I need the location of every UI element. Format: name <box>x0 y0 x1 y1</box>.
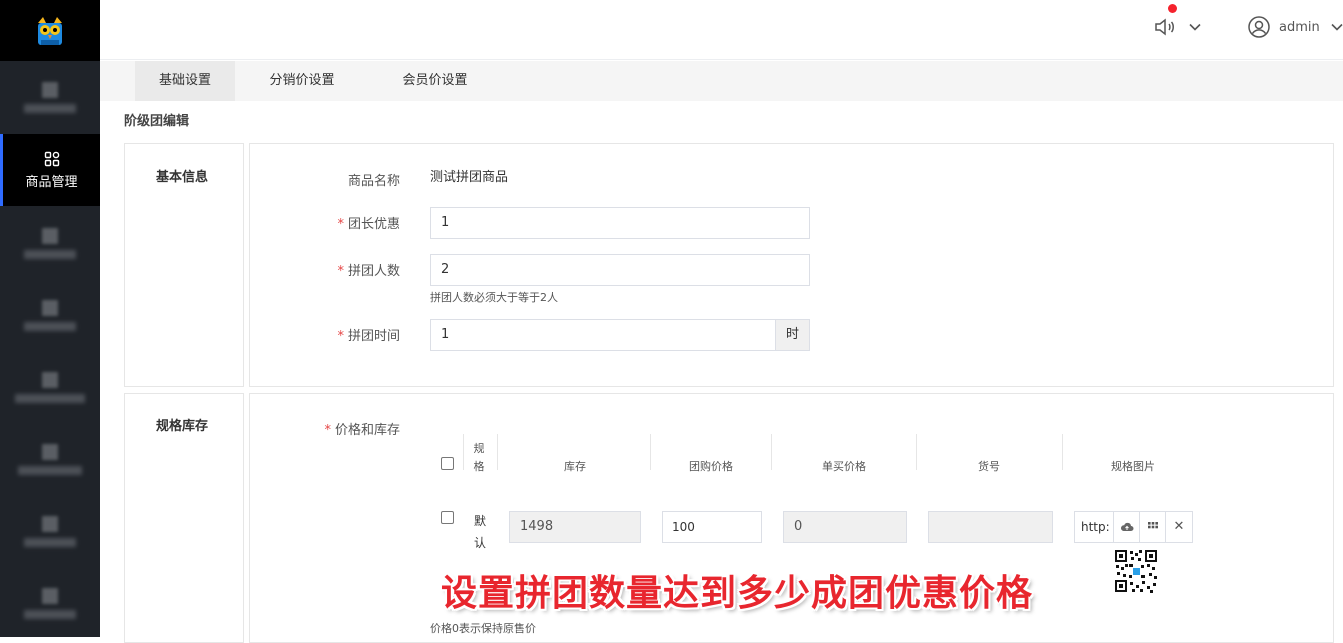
blurred-icon <box>42 443 58 460</box>
price-stock-label: * 价格和库存 <box>324 423 400 438</box>
app-logo[interactable] <box>0 0 100 61</box>
blurred-icon <box>42 371 58 388</box>
sidebar-item-5[interactable] <box>0 351 100 423</box>
sidebar-item-label: 商品管理 <box>25 174 78 190</box>
blurred-label <box>18 465 82 475</box>
sidebar-item-4[interactable] <box>0 279 100 351</box>
speaker-icon <box>1155 18 1174 36</box>
leader-discount-input[interactable]: 1 <box>430 207 810 239</box>
blurred-label <box>24 103 76 113</box>
close-icon: ✕ <box>1173 519 1185 534</box>
top-header: admin <box>100 0 1343 60</box>
sidebar-item-3[interactable] <box>0 207 100 279</box>
section-title-spec-stock: 规格库存 <box>156 419 209 434</box>
column-header-single-price: 单买价格 <box>822 460 866 473</box>
blurred-icon <box>42 587 58 604</box>
row-checkbox[interactable] <box>441 511 454 524</box>
notification-dot <box>1168 4 1177 13</box>
blurred-label <box>24 249 76 259</box>
grid-apps-icon <box>44 151 59 166</box>
grid-icon <box>1147 522 1158 529</box>
chevron-down-icon <box>1331 23 1343 31</box>
blurred-icon <box>42 515 58 532</box>
group-time-input[interactable]: 1 <box>430 319 776 351</box>
upload-image-button[interactable] <box>1113 511 1140 543</box>
blurred-icon <box>42 81 58 98</box>
group-size-label: * 拼团人数 <box>337 264 400 279</box>
user-menu[interactable]: admin <box>1247 14 1343 40</box>
settings-tabs: 基础设置 分销价设置 会员价设置 <box>100 61 1343 101</box>
sidebar-item-7[interactable] <box>0 495 100 567</box>
column-header-spec-image: 规格图片 <box>1111 460 1155 473</box>
owl-logo-icon <box>38 16 62 45</box>
required-mark: * <box>337 264 344 279</box>
sidebar-item-8[interactable] <box>0 567 100 639</box>
column-divider <box>650 434 651 470</box>
group-size-input[interactable]: 2 <box>430 254 810 286</box>
blurred-label <box>15 393 85 403</box>
select-all-checkbox[interactable] <box>441 457 454 470</box>
sidebar-item-1[interactable] <box>0 61 100 133</box>
qr-code-image <box>1114 549 1158 593</box>
single-price-input[interactable]: 0 <box>783 511 907 543</box>
sidebar-item-6[interactable] <box>0 423 100 495</box>
overlay-caption: 设置拼团数量达到多少成团优惠价格 <box>441 573 1034 614</box>
column-divider <box>463 434 464 470</box>
row-spec-name: 默认 <box>474 514 487 550</box>
sidebar-item-product-management[interactable]: 商品管理 <box>0 134 100 206</box>
tab-member-price[interactable]: 会员价设置 <box>385 61 485 101</box>
tab-distribution-price[interactable]: 分销价设置 <box>252 61 352 101</box>
choose-image-button[interactable] <box>1139 511 1166 543</box>
required-mark: * <box>324 423 331 438</box>
blurred-label <box>24 321 76 331</box>
price-hint: 价格0表示保持原售价 <box>430 622 536 635</box>
page-title: 阶级团编辑 <box>124 114 190 129</box>
column-header-stock: 库存 <box>564 460 586 473</box>
chevron-down-icon[interactable] <box>1188 20 1202 34</box>
column-header-spec: 规格 <box>473 442 485 473</box>
group-time-label: * 拼团时间 <box>337 329 400 344</box>
notification-button[interactable] <box>1153 4 1177 39</box>
required-mark: * <box>337 329 344 344</box>
group-size-hint: 拼团人数必须大于等于2人 <box>430 291 558 304</box>
user-avatar-icon <box>1248 16 1270 38</box>
required-mark: * <box>337 217 344 232</box>
spec-image-url-input[interactable]: http: <box>1074 511 1114 543</box>
stock-input[interactable]: 1498 <box>509 511 641 543</box>
blurred-icon <box>42 299 58 316</box>
sku-input[interactable] <box>928 511 1053 543</box>
username: admin <box>1279 19 1320 35</box>
column-header-sku: 货号 <box>978 460 1000 473</box>
sidebar: 商品管理 <box>0 0 100 637</box>
product-name-label: 商品名称 <box>347 174 400 189</box>
blurred-icon <box>42 227 58 244</box>
group-price-input[interactable]: 100 <box>662 511 762 543</box>
time-unit-addon: 时 <box>775 319 810 351</box>
cloud-upload-icon <box>1120 522 1133 531</box>
section-title-basic-info: 基本信息 <box>156 170 209 185</box>
product-name-value: 测试拼团商品 <box>430 170 509 185</box>
column-divider <box>497 434 498 470</box>
clear-image-button[interactable]: ✕ <box>1165 511 1193 543</box>
blurred-label <box>24 537 76 547</box>
leader-discount-label: * 团长优惠 <box>337 217 400 232</box>
tab-basic-settings[interactable]: 基础设置 <box>135 61 235 101</box>
column-header-group-price: 团购价格 <box>689 460 733 473</box>
blurred-label <box>24 609 76 619</box>
